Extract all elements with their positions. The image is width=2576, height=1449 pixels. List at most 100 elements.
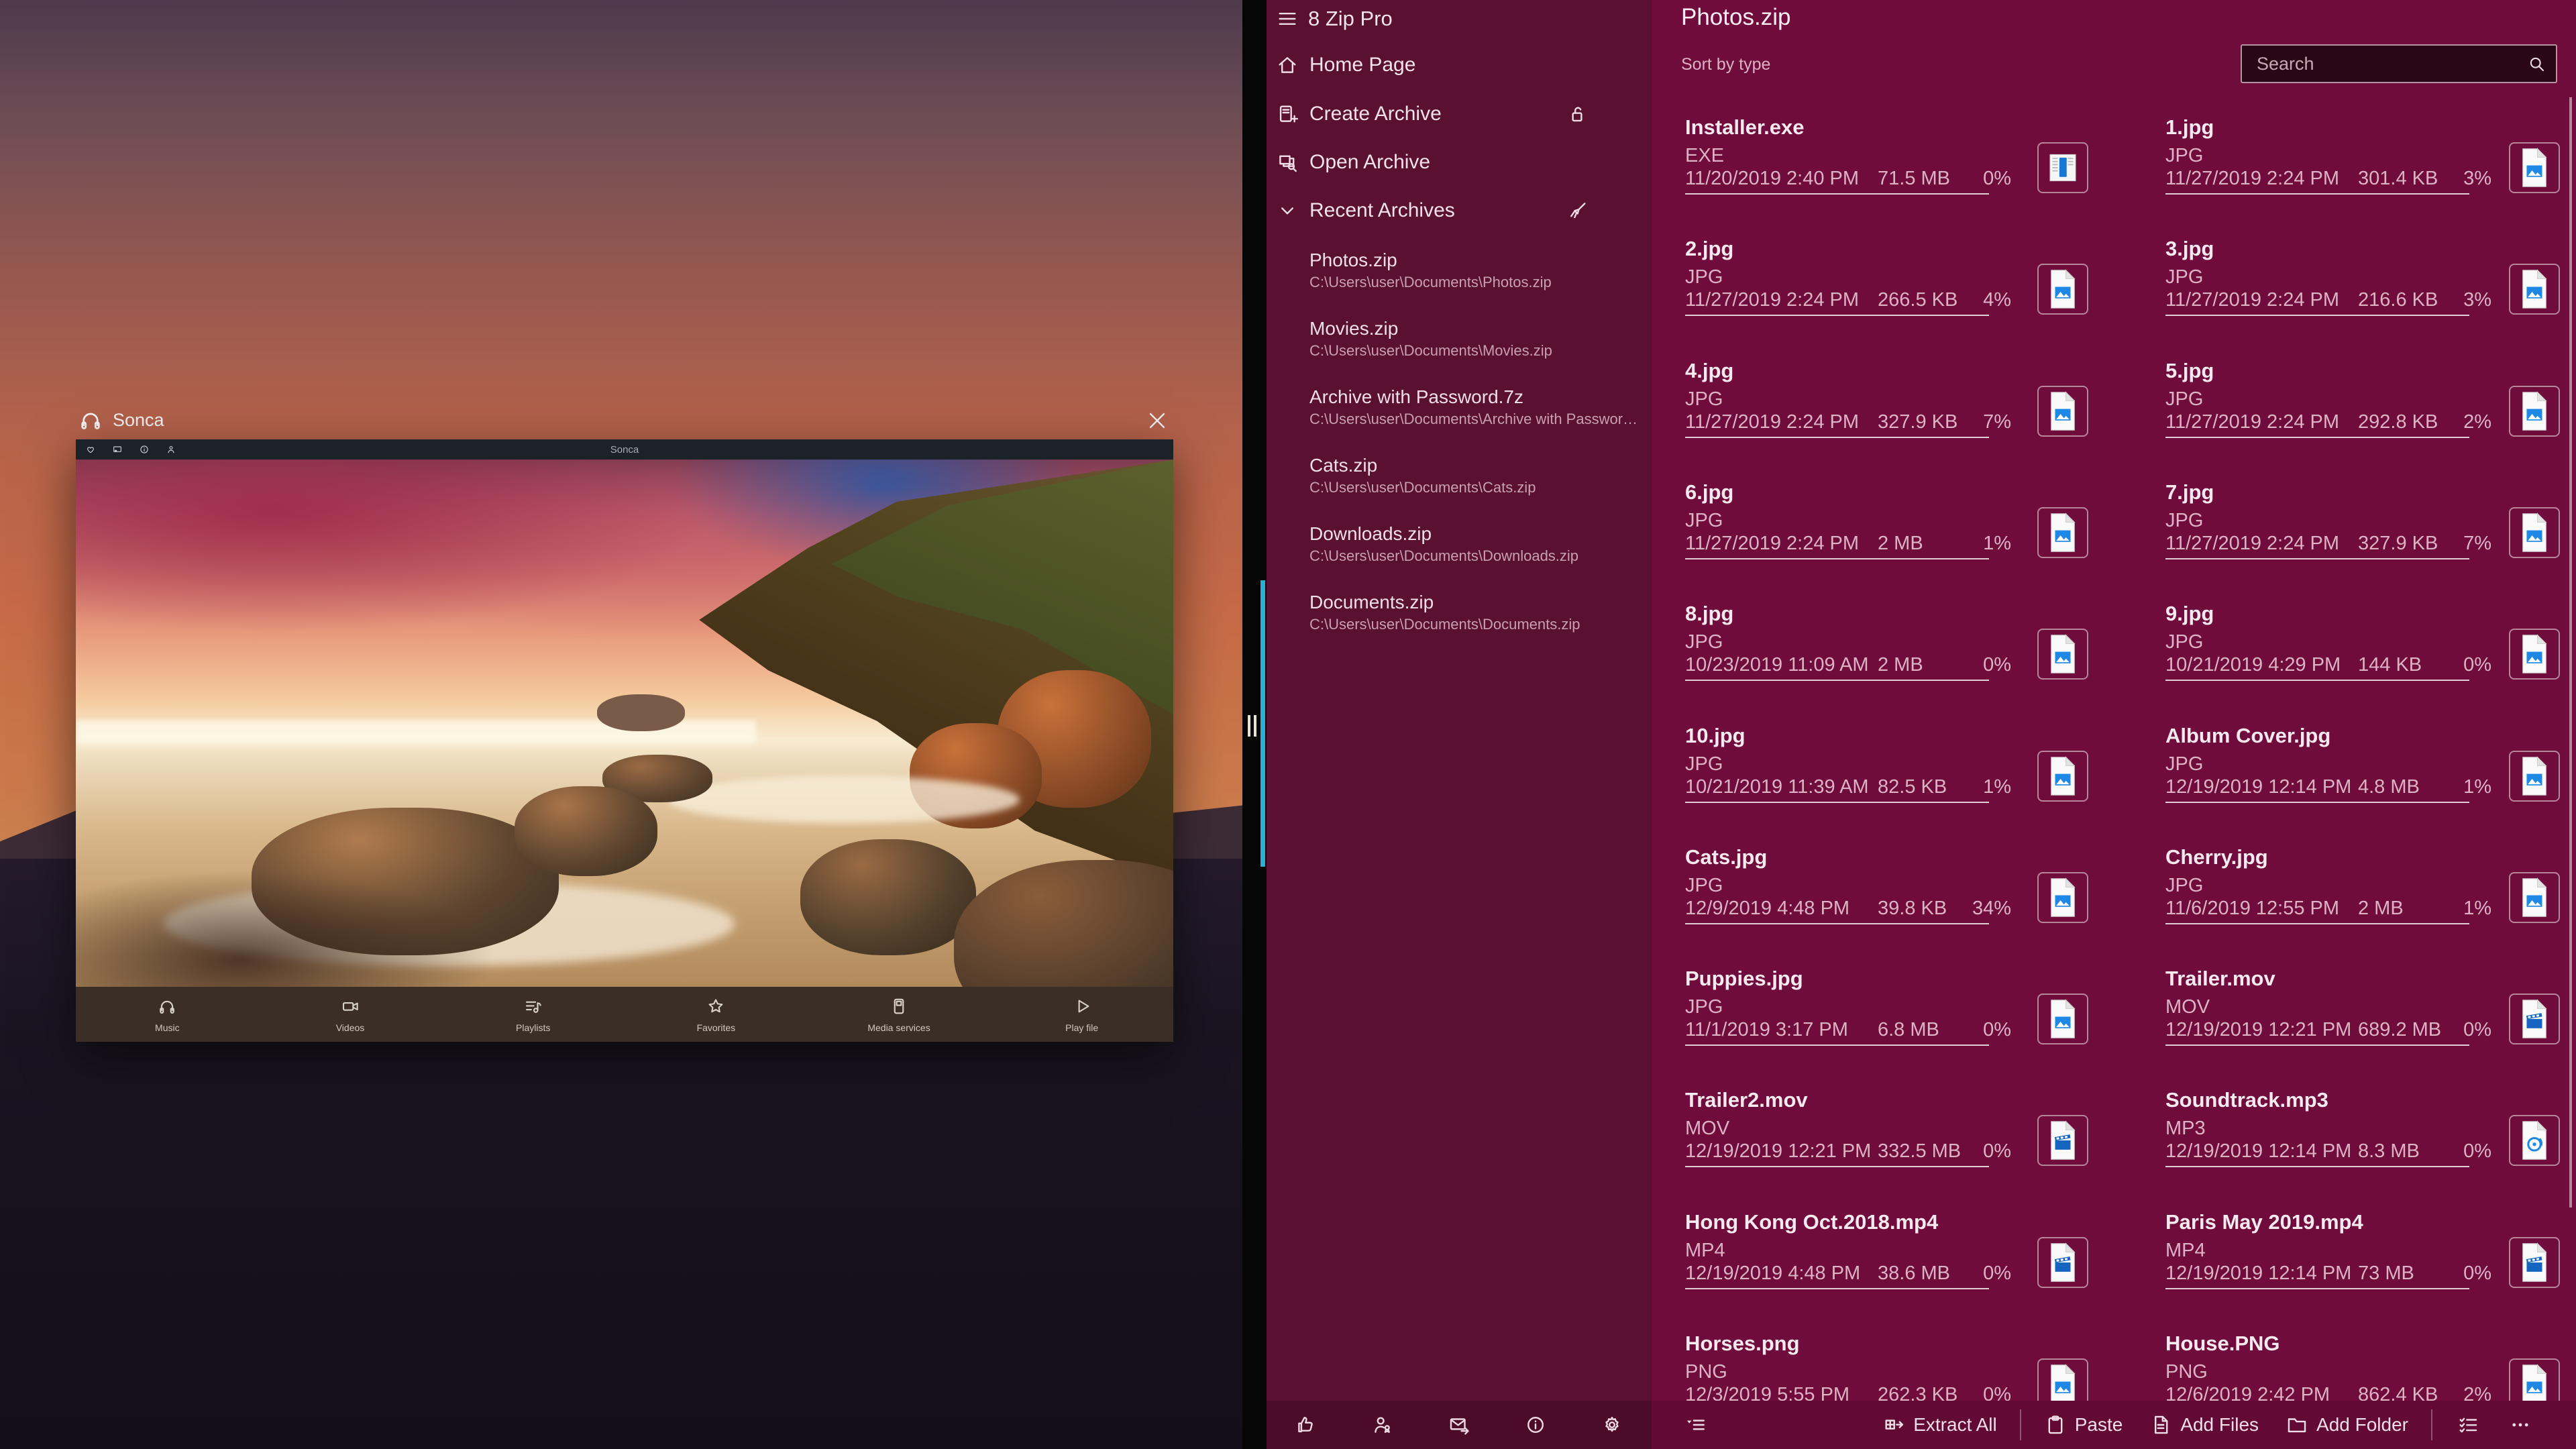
recent-archive-item[interactable]: Downloads.zipC:\Users\user\Documents\Dow… [1267, 523, 1652, 584]
file-name: Cherry.jpg [2165, 845, 2268, 869]
recent-archive-item[interactable]: Archive with Password.7zC:\Users\user\Do… [1267, 386, 1652, 447]
file-item[interactable]: Trailer2.movMOV12/19/2019 12:21 PM332.5 … [1685, 1088, 2090, 1195]
file-item[interactable]: 3.jpgJPG11/27/2019 2:24 PM216.6 KB3% [2165, 237, 2561, 344]
sidebar-item-recent-archives[interactable]: Recent Archives [1267, 193, 1652, 229]
file-type-icon [2037, 629, 2088, 680]
file-item[interactable]: 5.jpgJPG11/27/2019 2:24 PM292.8 KB2% [2165, 359, 2561, 466]
file-meta: 12/9/2019 4:48 PM39.8 KB34% [1685, 898, 2011, 922]
file-meta: 12/19/2019 12:21 PM689.2 MB0% [2165, 1019, 2491, 1043]
zip-main-panel: Photos.zip Sort by type Installer.exeEXE… [1652, 0, 2576, 1449]
file-size: 689.2 MB [2358, 1019, 2441, 1041]
gear-button[interactable] [1601, 1413, 1623, 1436]
file-item[interactable]: Album Cover.jpgJPG12/19/2019 12:14 PM4.8… [2165, 724, 2561, 831]
add-folder-button[interactable]: Add Folder [2272, 1413, 2422, 1436]
file-item[interactable]: Trailer.movMOV12/19/2019 12:21 PM689.2 M… [2165, 967, 2561, 1074]
file-type-icon [2037, 994, 2088, 1044]
file-type: JPG [1685, 996, 1723, 1018]
sidebar-item-create-archive[interactable]: Create Archive [1267, 96, 1652, 132]
sidebar-item-open-archive[interactable]: Open Archive [1267, 144, 1652, 180]
hamburger-menu-button[interactable] [1276, 7, 1301, 33]
recent-archive-item[interactable]: Movies.zipC:\Users\user\Documents\Movies… [1267, 318, 1652, 378]
search-input[interactable] [2242, 46, 2556, 82]
sort-by-label[interactable]: Sort by type [1681, 55, 1770, 74]
file-item[interactable]: 10.jpgJPG10/21/2019 11:39 AM82.5 KB1% [1685, 724, 2090, 831]
file-item[interactable]: 7.jpgJPG11/27/2019 2:24 PM327.9 KB7% [2165, 480, 2561, 588]
extract-all-button[interactable]: Extract All [1869, 1413, 2010, 1436]
snap-assist-close-button[interactable] [1142, 405, 1173, 436]
sonca-tool-play-file[interactable]: Play file [990, 996, 1173, 1033]
file-meta: 11/27/2019 2:24 PM266.5 KB4% [1685, 289, 2011, 313]
file-type: MOV [2165, 996, 2210, 1018]
chevron-down-icon [1276, 199, 1299, 222]
headphones-icon [157, 996, 177, 1016]
sonca-tool-label: Videos [336, 1022, 365, 1033]
file-name: Hong Kong Oct.2018.mp4 [1685, 1210, 1938, 1234]
file-item[interactable]: Hong Kong Oct.2018.mp4MP412/19/2019 4:48… [1685, 1210, 2090, 1318]
file-type-icon [2509, 507, 2560, 558]
recent-archive-item[interactable]: Cats.zipC:\Users\user\Documents\Cats.zip [1267, 455, 1652, 515]
file-compression-ratio: 1% [2463, 776, 2491, 798]
file-compression-ratio: 1% [1983, 776, 2011, 798]
file-item[interactable]: 9.jpgJPG10/21/2019 4:29 PM144 KB0% [2165, 602, 2561, 709]
file-item[interactable]: Horses.pngPNG12/3/2019 5:55 PM262.3 KB0% [1685, 1332, 2090, 1401]
search-icon[interactable] [2526, 54, 2546, 74]
file-underline [1685, 315, 1989, 316]
paste-button[interactable]: Paste [2031, 1413, 2137, 1436]
vertical-scrollbar[interactable] [2569, 97, 2572, 1208]
file-type: JPG [2165, 510, 2203, 532]
recent-archive-item[interactable]: Documents.zipC:\Users\user\Documents\Doc… [1267, 592, 1652, 652]
file-type-icon [2037, 507, 2088, 558]
recent-archive-path: C:\Users\user\Documents\Cats.zip [1309, 479, 1644, 496]
file-type-icon [2509, 872, 2560, 923]
file-item[interactable]: 2.jpgJPG11/27/2019 2:24 PM266.5 KB4% [1685, 237, 2090, 344]
file-item[interactable]: Puppies.jpgJPG11/1/2019 3:17 PM6.8 MB0% [1685, 967, 2090, 1074]
file-item[interactable]: Soundtrack.mp3MP312/19/2019 12:14 PM8.3 … [2165, 1088, 2561, 1195]
file-item[interactable]: Cats.jpgJPG12/9/2019 4:48 PM39.8 KB34% [1685, 845, 2090, 953]
file-item[interactable]: 4.jpgJPG11/27/2019 2:24 PM327.9 KB7% [1685, 359, 2090, 466]
like-button[interactable] [1295, 1413, 1318, 1436]
file-item[interactable]: 8.jpgJPG10/23/2019 11:09 AM2 MB0% [1685, 602, 2090, 709]
file-date: 11/27/2019 2:24 PM [2165, 289, 2339, 311]
file-item[interactable]: Paris May 2019.mp4MP412/19/2019 12:14 PM… [2165, 1210, 2561, 1318]
file-item[interactable]: Installer.exeEXE11/20/2019 2:40 PM71.5 M… [1685, 115, 2090, 223]
sonca-tool-playlists[interactable]: Playlists [441, 996, 625, 1033]
recent-archive-item[interactable]: Photos.zipC:\Users\user\Documents\Photos… [1267, 250, 1652, 310]
file-underline [1685, 437, 1989, 438]
file-type-icon [2037, 1115, 2088, 1166]
sonca-tool-favorites[interactable]: Favorites [625, 996, 808, 1033]
file-meta: 11/1/2019 3:17 PM6.8 MB0% [1685, 1019, 2011, 1043]
file-date: 11/27/2019 2:24 PM [1685, 533, 1859, 555]
sonca-tool-media-services[interactable]: Media services [808, 996, 991, 1033]
file-date: 11/27/2019 2:24 PM [1685, 289, 1859, 311]
mail-button[interactable] [1448, 1413, 1470, 1436]
file-size: 144 KB [2358, 654, 2422, 676]
file-underline [2165, 193, 2469, 195]
file-item[interactable]: House.PNGPNG12/6/2019 2:42 PM862.4 KB2% [2165, 1332, 2561, 1401]
file-compression-ratio: 1% [2463, 898, 2491, 920]
scroll-position-button[interactable] [1684, 1413, 1707, 1436]
sonca-tool-videos[interactable]: Videos [259, 996, 442, 1033]
more-button[interactable] [2494, 1413, 2546, 1436]
broom-icon[interactable] [1566, 199, 1589, 222]
add-files-button[interactable]: Add Files [2136, 1413, 2272, 1436]
account-button[interactable] [1371, 1413, 1394, 1436]
sonca-window[interactable]: Sonca MusicVideosPlaylistsFavoritesMedia… [76, 439, 1173, 1042]
file-item[interactable]: 6.jpgJPG11/27/2019 2:24 PM2 MB1% [1685, 480, 2090, 588]
sidebar-item-home-page[interactable]: Home Page [1267, 47, 1652, 83]
file-underline [2165, 802, 2469, 803]
file-underline [1685, 1044, 1989, 1046]
file-compression-ratio: 3% [2463, 168, 2491, 190]
file-meta: 11/27/2019 2:24 PM2 MB1% [1685, 533, 2011, 557]
file-item[interactable]: 1.jpgJPG11/27/2019 2:24 PM301.4 KB3% [2165, 115, 2561, 223]
sidebar-item-label: Home Page [1309, 54, 1415, 76]
info-button[interactable] [1524, 1413, 1547, 1436]
file-item[interactable]: Cherry.jpgJPG11/6/2019 12:55 PM2 MB1% [2165, 845, 2561, 953]
file-type-icon [2037, 264, 2088, 315]
multi-select-button[interactable] [2442, 1413, 2494, 1436]
file-compression-ratio: 0% [2463, 1140, 2491, 1163]
sonca-tool-music[interactable]: Music [76, 996, 259, 1033]
snap-divider-accent[interactable] [1260, 580, 1265, 867]
lock-open-icon[interactable] [1566, 103, 1589, 125]
add-folder-icon [2286, 1413, 2308, 1436]
recent-archive-name: Archive with Password.7z [1309, 386, 1523, 408]
